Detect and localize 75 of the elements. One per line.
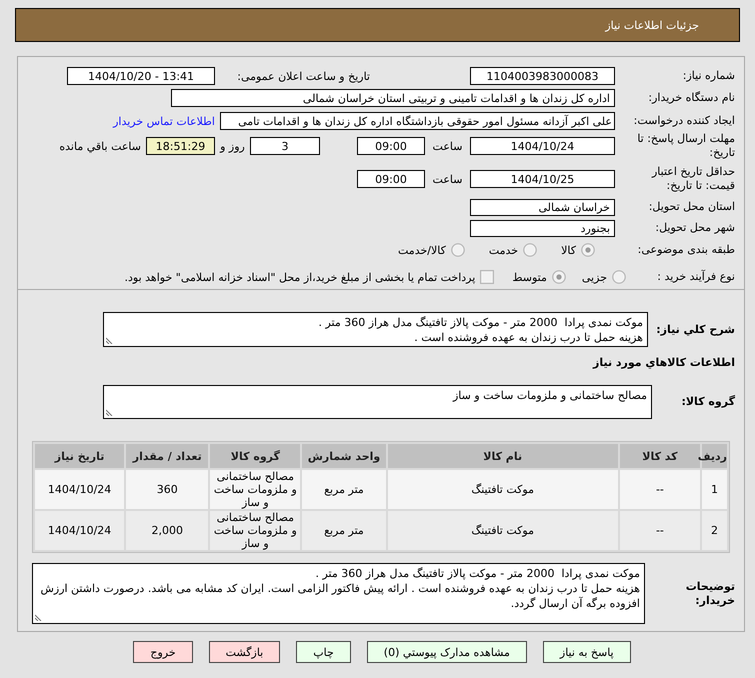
radio-label: کالا bbox=[561, 244, 576, 256]
resize-grip-icon bbox=[106, 408, 114, 416]
radio-button[interactable] bbox=[450, 243, 465, 257]
resize-grip-icon bbox=[106, 336, 114, 344]
column-header: گروه کالا bbox=[210, 444, 300, 468]
field-label: شرح کلي نياز: bbox=[655, 322, 735, 336]
field-label: تاریخ و ساعت اعلان عمومی: bbox=[236, 70, 370, 82]
table-cell: مصالح ساختمانی و ملزومات ساخت و ساز bbox=[210, 511, 300, 550]
table-cell: متر مربع bbox=[302, 470, 386, 509]
field-label: حداقل تاریخ اعتبار قیمت: تا تاریخ: bbox=[650, 165, 735, 193]
table-cell: 1404/10/24 bbox=[35, 511, 124, 550]
radio-button[interactable] bbox=[552, 270, 566, 284]
date-field[interactable]: 1404/10/25 bbox=[470, 170, 615, 188]
radio-label: جزیی bbox=[582, 270, 607, 284]
goods-group-textarea[interactable]: مصالح ساختمانی و ملزومات ساخت و ساز bbox=[103, 385, 652, 419]
section-heading: اطلاعات کالاهاي مورد نياز bbox=[592, 355, 735, 370]
table-cell: 360 bbox=[126, 470, 208, 509]
contact-link[interactable]: اطلاعات تماس خریدار bbox=[113, 114, 215, 128]
table-cell: مصالح ساختمانی و ملزومات ساخت و ساز bbox=[210, 470, 300, 509]
checkbox[interactable] bbox=[480, 270, 494, 284]
column-header: تاریخ نیاز bbox=[35, 444, 124, 468]
field-label: مهلت ارسال پاسخ: تا تاریخ: bbox=[636, 132, 735, 160]
action-button[interactable]: بازگشت bbox=[208, 641, 280, 663]
checkbox-label: پرداخت تمام یا بخشی از مبلغ خرید،از محل "اسناد خزانه اسلامی" خواهد بود. bbox=[124, 270, 476, 284]
field-label: استان محل تحویل: bbox=[648, 200, 735, 214]
field-label: شهر محل تحویل: bbox=[654, 221, 735, 235]
announce-date-field[interactable]: 1404/10/20 - 13:41 bbox=[67, 67, 215, 85]
radio-label: متوسط bbox=[512, 270, 547, 284]
column-header: تعداد / مقدار bbox=[126, 444, 208, 468]
table-cell: متر مربع bbox=[302, 511, 386, 550]
action-button[interactable]: مشاهده مدارک پیوستي (0) bbox=[366, 641, 527, 663]
action-button[interactable]: چاپ bbox=[296, 641, 351, 663]
column-header: نام کالا bbox=[388, 444, 618, 468]
field-label: گروه کالا: bbox=[680, 395, 735, 409]
field-label: شماره نیاز: bbox=[682, 69, 735, 83]
radio-button[interactable] bbox=[581, 243, 595, 257]
date-field[interactable]: 1404/10/24 bbox=[470, 137, 615, 155]
time-label: ساعت bbox=[432, 140, 464, 152]
column-header: واحد شمارش bbox=[302, 444, 386, 468]
radio-label: کالا/خدمت bbox=[398, 244, 446, 256]
time-field[interactable]: 09:00 bbox=[357, 137, 425, 155]
time-field[interactable]: 09:00 bbox=[357, 170, 425, 188]
need-number-field[interactable]: 1104003983000083 bbox=[470, 67, 615, 85]
table-cell: 1404/10/24 bbox=[35, 470, 124, 509]
field-label: طبقه بندی موضوعی: bbox=[636, 243, 735, 257]
table-cell: -- bbox=[620, 511, 700, 550]
radio-button[interactable] bbox=[523, 243, 538, 257]
page-title: جزئیات اطلاعات نیاز bbox=[605, 18, 699, 32]
table-cell: -- bbox=[620, 470, 700, 509]
table-cell: موکت تافتینگ bbox=[388, 470, 618, 509]
table-cell: موکت تافتینگ bbox=[388, 511, 618, 550]
days-label: روز و bbox=[218, 140, 246, 152]
days-field[interactable]: 3 bbox=[250, 137, 320, 155]
field-label: نوع فرآیند خرید : bbox=[656, 270, 735, 284]
buyer-org-field[interactable]: اداره کل زندان ها و اقدامات تامینی و تربیتی استان خراسان شمالی bbox=[171, 89, 615, 107]
need-summary-textarea[interactable]: موکت نمدی پرادا 2000 متر - موکت پالاز تافتینگ مدل هراز 360 متر . هزینه حمل تا درب زندان به عهده فروشنده است . bbox=[103, 312, 648, 347]
time-label: ساعت bbox=[432, 172, 464, 186]
resize-grip-icon bbox=[35, 613, 43, 621]
field-label: نام دستگاه خریدار: bbox=[647, 91, 735, 105]
remaining-time-field[interactable]: 18:51:29 bbox=[146, 137, 215, 155]
field-label: توضیحات خریدار: bbox=[684, 580, 735, 608]
province-field[interactable]: خراسان شمالی bbox=[470, 198, 615, 216]
radio-label: خدمت bbox=[488, 244, 518, 256]
city-field[interactable]: بجنورد bbox=[470, 220, 615, 236]
radio-button[interactable] bbox=[612, 270, 626, 284]
table-cell: 2,000 bbox=[126, 511, 208, 550]
field-label: ایجاد کننده درخواست: bbox=[632, 114, 735, 128]
requester-field[interactable]: علی اکبر آزدانه مسئول امور حقوقی بازداشتگاه اداره کل زندان ها و اقدامات تامی bbox=[220, 112, 615, 130]
table-cell: 2 bbox=[702, 511, 727, 550]
remaining-label: ساعت باقي مانده bbox=[59, 140, 141, 152]
table-cell: 1 bbox=[702, 470, 727, 509]
buyer-notes-textarea[interactable]: موکت نمدی پرادا 2000 متر - موکت پالاز تافتینگ مدل هراز 360 متر . هزینه حمل تا درب زندان به عهده فروشنده است . ارائه پیش فاکتور الزامی است. ایران کد مشابه می باشد. درصورت داشتن ارزش افزوده برگه آن ارسال گردد. bbox=[32, 563, 645, 624]
action-button[interactable]: خروج bbox=[133, 641, 193, 663]
column-header: کد کالا bbox=[620, 444, 700, 468]
action-button[interactable]: پاسخ به نیاز bbox=[542, 641, 631, 663]
